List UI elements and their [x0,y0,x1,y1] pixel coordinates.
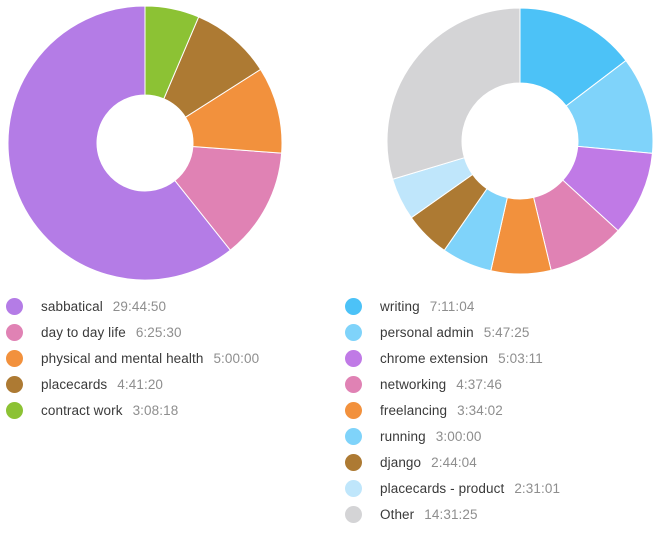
legend-text-group: contract work 3:08:18 [41,403,178,418]
legend-row[interactable]: networking 4:37:46 [345,371,666,397]
legend-value: 2:31:01 [514,480,561,496]
pie-slice[interactable] [386,7,521,180]
legend-value: 3:08:18 [132,402,179,418]
legend-label: placecards - product [380,480,505,496]
legend-color-swatch-icon [6,401,23,419]
legend-label: physical and mental health [41,350,204,366]
legend-text-group: freelancing 3:34:02 [380,403,503,418]
legend-value: 5:00:00 [213,350,260,366]
legend-color-swatch-icon [345,401,362,419]
legend-color-swatch-icon [345,505,362,523]
legend-text-group: physical and mental health 5:00:00 [41,351,259,366]
right-donut-svg[interactable] [333,0,666,288]
legend-value: 29:44:50 [112,298,167,314]
left-chart-legend: sabbatical 29:44:50 day to day life 6:25:30… [6,293,339,423]
legend-text-group: writing 7:11:04 [380,299,474,314]
legend-row[interactable]: Other 14:31:25 [345,501,666,527]
left-chart-panel: sabbatical 29:44:50 day to day life 6:25:30… [0,0,333,548]
legend-value: 14:31:25 [424,506,478,522]
legend-text-group: sabbatical 29:44:50 [41,299,166,314]
legend-row[interactable]: django 2:44:04 [345,449,666,475]
legend-color-swatch-icon [345,323,362,341]
legend-row[interactable]: chrome extension 5:03:11 [345,345,666,371]
right-donut-chart[interactable] [333,0,666,288]
legend-color-swatch-icon [345,427,362,445]
legend-color-swatch-icon [345,479,362,497]
legend-row[interactable]: placecards 4:41:20 [6,371,339,397]
legend-label: sabbatical [41,298,103,314]
legend-label: personal admin [380,324,474,340]
legend-color-swatch-icon [345,375,362,393]
legend-label: django [380,454,422,470]
legend-text-group: placecards 4:41:20 [41,377,163,392]
legend-value: 3:00:00 [435,428,482,444]
legend-row[interactable]: writing 7:11:04 [345,293,666,319]
legend-value: 2:44:04 [431,454,477,470]
left-donut-svg[interactable] [0,0,333,288]
legend-label: writing [380,298,420,314]
legend-row[interactable]: personal admin 5:47:25 [345,319,666,345]
legend-text-group: networking 4:37:46 [380,377,502,392]
legend-label: day to day life [41,324,126,340]
legend-text-group: django 2:44:04 [380,455,477,470]
legend-value: 5:47:25 [483,324,530,340]
legend-color-swatch-icon [6,375,23,393]
legend-color-swatch-icon [345,349,362,367]
legend-value: 4:37:46 [456,376,503,392]
legend-label: freelancing [380,402,448,418]
legend-value: 5:03:11 [498,350,543,366]
legend-color-swatch-icon [345,453,362,471]
legend-row[interactable]: freelancing 3:34:02 [345,397,666,423]
legend-text-group: Other 14:31:25 [380,507,478,522]
right-chart-legend: writing 7:11:04 personal admin 5:47:25 chrom… [345,293,666,527]
legend-row[interactable]: running 3:00:00 [345,423,666,449]
legend-row[interactable]: contract work 3:08:18 [6,397,339,423]
right-chart-panel: writing 7:11:04 personal admin 5:47:25 chrom… [333,0,666,548]
legend-row[interactable]: day to day life 6:25:30 [6,319,339,345]
legend-label: networking [380,376,447,392]
legend-row[interactable]: sabbatical 29:44:50 [6,293,339,319]
legend-row[interactable]: placecards - product 2:31:01 [345,475,666,501]
legend-text-group: placecards - product 2:31:01 [380,481,560,496]
legend-label: chrome extension [380,350,489,366]
legend-value: 4:41:20 [117,376,164,392]
legend-label: Other [380,506,415,522]
legend-label: running [380,428,426,444]
charts-page: sabbatical 29:44:50 day to day life 6:25:30… [0,0,666,548]
legend-value: 6:25:30 [135,324,182,340]
legend-text-group: running 3:00:00 [380,429,482,444]
left-donut-chart[interactable] [0,0,333,288]
legend-label: contract work [41,402,123,418]
legend-label: placecards [41,376,108,392]
legend-color-swatch-icon [6,349,23,367]
legend-row[interactable]: physical and mental health 5:00:00 [6,345,339,371]
legend-color-swatch-icon [6,323,23,341]
legend-color-swatch-icon [6,297,23,315]
legend-value: 7:11:04 [429,298,475,314]
legend-text-group: personal admin 5:47:25 [380,325,529,340]
legend-value: 3:34:02 [457,402,503,418]
legend-text-group: day to day life 6:25:30 [41,325,182,340]
legend-color-swatch-icon [345,297,362,315]
legend-text-group: chrome extension 5:03:11 [380,351,543,366]
